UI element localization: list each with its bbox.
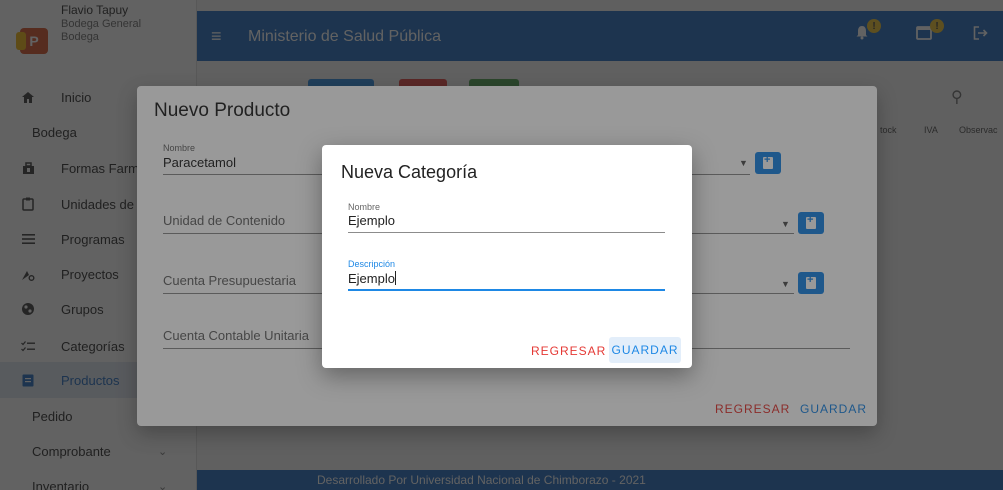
text-cursor: [394, 271, 396, 285]
regresar-button[interactable]: REGRESAR: [531, 344, 606, 358]
dialog-title: Nueva Categoría: [341, 162, 478, 182]
descripcion-label: Descripción: [348, 259, 396, 269]
descripcion-value: Ejemplo: [348, 271, 395, 286]
descripcion-underline-focused: [348, 289, 665, 291]
descripcion-input[interactable]: Ejemplo: [348, 271, 396, 286]
nombre-label: Nombre: [348, 202, 381, 212]
nombre-input[interactable]: Ejemplo: [348, 213, 395, 228]
guardar-button[interactable]: GUARDAR: [609, 337, 681, 363]
app-root: P Flavio Tapuy Bodega General Bodega Ini…: [0, 0, 1003, 490]
nueva-categoria-dialog: Nueva Categoría Nombre Ejemplo Descripci…: [322, 145, 692, 368]
nombre-underline: [348, 232, 665, 233]
